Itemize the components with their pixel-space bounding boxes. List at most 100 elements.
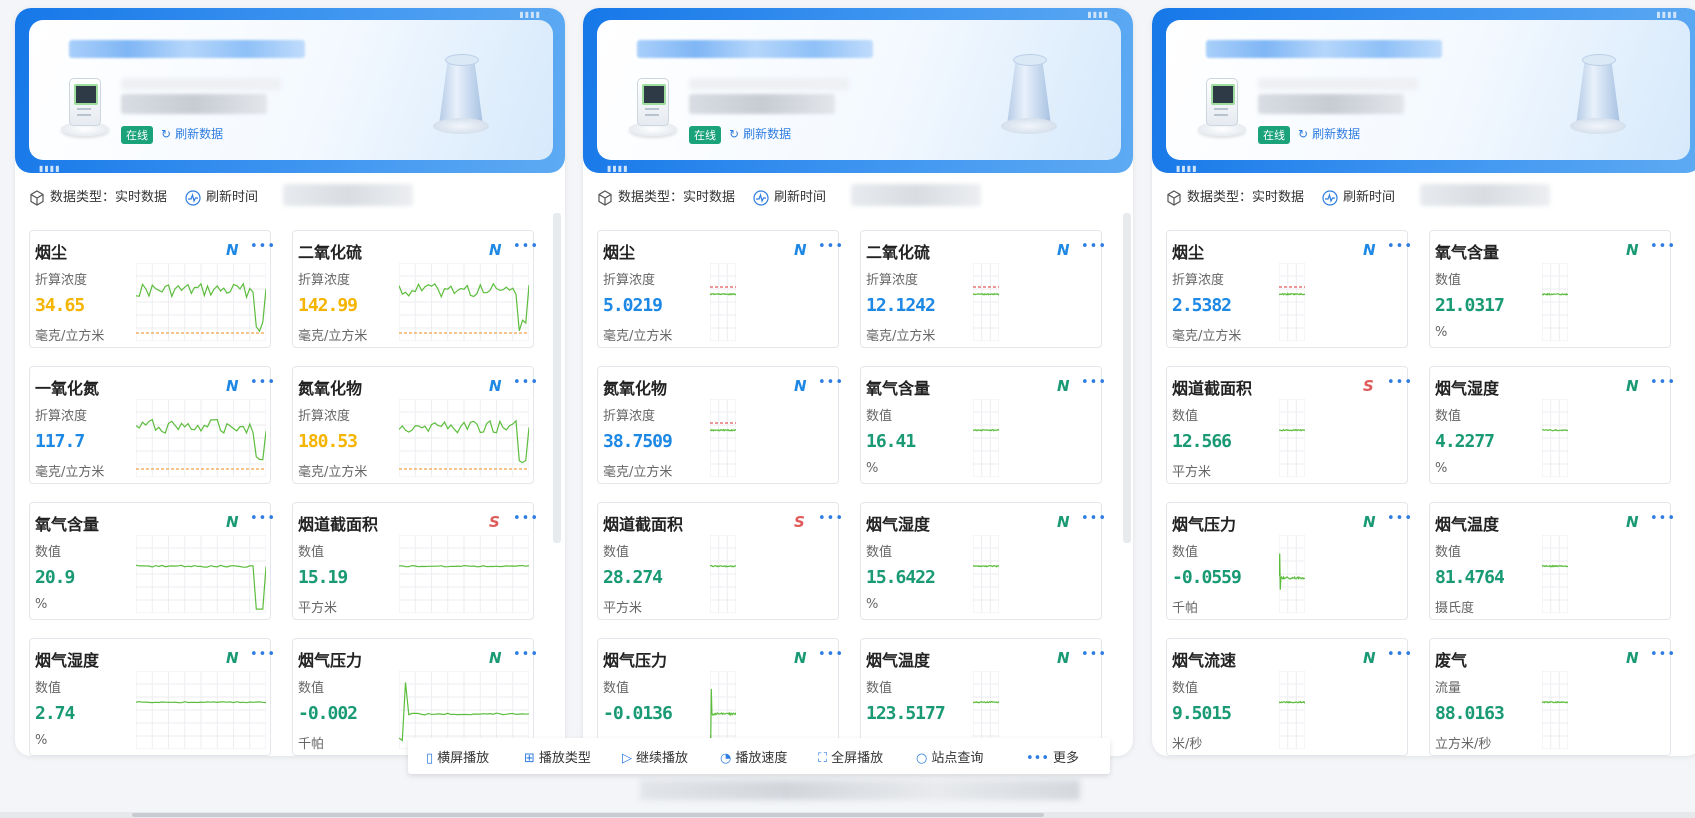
data-type-info: 数据类型：实时数据 xyxy=(1166,186,1304,206)
refresh-data-link[interactable]: ↻ 刷新数据 xyxy=(729,125,791,142)
continue-play-label: 继续播放 xyxy=(636,751,689,766)
metric-type: 数值 xyxy=(298,545,325,560)
card-more-button[interactable]: ••• xyxy=(250,375,276,390)
card-more-button[interactable]: ••• xyxy=(1387,375,1413,390)
play-type-button[interactable]: ⊞ 播放类型 xyxy=(524,747,591,766)
card-more-button[interactable]: ••• xyxy=(1387,239,1413,254)
card-more-button[interactable]: ••• xyxy=(250,511,276,526)
metric-card[interactable]: 烟气流速 N ••• 数值 9.5015 米/秒 xyxy=(1166,638,1412,756)
fullscreen-play-label: 全屏播放 xyxy=(831,751,884,766)
trend-line xyxy=(1542,564,1568,568)
metric-name: 烟道截面积 xyxy=(1172,379,1253,398)
more-button[interactable]: ••• 更多 xyxy=(1026,747,1079,766)
station-query-label: 站点查询 xyxy=(931,751,984,766)
card-more-button[interactable]: ••• xyxy=(1081,647,1107,662)
trend-chart xyxy=(710,263,736,341)
metric-card[interactable]: 氧气含量 N ••• 数值 16.41% xyxy=(860,366,1106,484)
metric-type: 数值 xyxy=(1172,409,1199,424)
landscape-play-button[interactable]: ▯ 横屏播放 xyxy=(426,747,489,766)
device-screen xyxy=(1211,84,1235,105)
banner-decoration-dots: ▮▮▮▮ xyxy=(1656,10,1678,19)
fullscreen-play-button[interactable]: ⛶ 全屏播放 xyxy=(818,747,883,766)
card-more-button[interactable]: ••• xyxy=(1081,511,1107,526)
metric-card[interactable]: 烟气温度 N ••• 数值 81.4764 摄氏度 xyxy=(1429,502,1675,620)
device-buttons xyxy=(77,108,91,116)
metric-card[interactable]: 烟尘 N ••• 折算浓度 34.65 毫克/立方米 xyxy=(29,230,275,348)
search-icon: ○ xyxy=(916,751,928,766)
card-more-button[interactable]: ••• xyxy=(513,647,539,662)
card-more-button[interactable]: ••• xyxy=(1650,375,1676,390)
metric-card[interactable]: 氮氧化物 N ••• 折算浓度 180.53 毫克/立方米 xyxy=(292,366,538,484)
data-type-info: 数据类型：实时数据 xyxy=(597,186,735,206)
card-more-button[interactable]: ••• xyxy=(1650,239,1676,254)
metric-card[interactable]: 烟气湿度 N ••• 数值 15.6422% xyxy=(860,502,1106,620)
metric-card[interactable]: 烟气湿度 N ••• 数值 2.74% xyxy=(29,638,275,756)
trend-line xyxy=(973,700,999,704)
card-more-button[interactable]: ••• xyxy=(818,647,844,662)
metric-card[interactable]: 烟尘 N ••• 折算浓度 5.0219 毫克/立方米 xyxy=(597,230,843,348)
metric-card[interactable]: 一氧化氮 N ••• 折算浓度 117.7 毫克/立方米 xyxy=(29,366,275,484)
panel-scrollbar[interactable] xyxy=(553,213,561,543)
metric-card[interactable]: 废气 N ••• 流量 88.0163 立方米/秒 xyxy=(1429,638,1675,756)
trend-line xyxy=(1279,553,1305,590)
card-more-button[interactable]: ••• xyxy=(513,511,539,526)
card-more-button[interactable]: ••• xyxy=(818,375,844,390)
metric-card[interactable]: 二氧化硫 N ••• 折算浓度 142.99 毫克/立方米 xyxy=(292,230,538,348)
device-buttons xyxy=(645,108,659,116)
horizontal-scrollbar[interactable] xyxy=(0,812,1695,818)
card-more-button[interactable]: ••• xyxy=(1650,647,1676,662)
station-panel: ▮▮▮▮ ▮▮▮▮ 在线 ↻ 刷新数据 数据类型：实时数据 刷新时间 烟尘 N ••• 折算浓度 34… xyxy=(15,8,565,756)
metric-name: 烟尘 xyxy=(1172,243,1205,262)
card-more-button[interactable]: ••• xyxy=(1081,375,1107,390)
card-more-button[interactable]: ••• xyxy=(513,239,539,254)
metric-flag: N xyxy=(226,241,239,259)
metric-card[interactable]: 烟气压力 N ••• 数值 -0.0559 千帕 xyxy=(1166,502,1412,620)
metric-type: 数值 xyxy=(1172,681,1199,696)
panel-scrollbar[interactable] xyxy=(1123,213,1131,543)
metric-value: 15.6422 xyxy=(866,567,936,588)
station-query-button[interactable]: ○ 站点查询 xyxy=(916,747,983,766)
chimney-base xyxy=(1570,118,1626,134)
play-speed-button[interactable]: ◔ 播放速度 xyxy=(720,747,787,766)
metric-type: 折算浓度 xyxy=(35,409,88,424)
metric-name: 烟气湿度 xyxy=(866,515,931,534)
metric-card[interactable]: 氧气含量 N ••• 数值 20.9% xyxy=(29,502,275,620)
pulse-icon xyxy=(1322,189,1338,206)
metric-card[interactable]: 烟道截面积 S ••• 数值 28.274 平方米 xyxy=(597,502,843,620)
metric-unit: % xyxy=(1435,325,1448,340)
card-more-button[interactable]: ••• xyxy=(818,511,844,526)
metric-name: 氮氧化物 xyxy=(603,379,668,398)
metric-card[interactable]: 氮氧化物 N ••• 折算浓度 38.7509 毫克/立方米 xyxy=(597,366,843,484)
refresh-icon: ↻ xyxy=(1298,127,1309,141)
metric-card[interactable]: 烟气湿度 N ••• 数值 4.2277% xyxy=(1429,366,1675,484)
metric-card[interactable]: 氧气含量 N ••• 数值 21.0317% xyxy=(1429,230,1675,348)
card-more-button[interactable]: ••• xyxy=(250,647,276,662)
trend-line xyxy=(710,564,736,568)
status-badge: 在线 xyxy=(689,126,721,144)
card-more-button[interactable]: ••• xyxy=(1081,239,1107,254)
metric-type: 数值 xyxy=(866,409,893,424)
metric-value: 88.0163 xyxy=(1435,703,1505,724)
metric-type: 数值 xyxy=(1172,545,1199,560)
metric-card[interactable]: 烟道截面积 S ••• 数值 15.19 平方米 xyxy=(292,502,538,620)
scrollbar-thumb[interactable] xyxy=(132,813,1044,817)
continue-play-button[interactable]: ▷ 继续播放 xyxy=(622,747,688,766)
card-more-button[interactable]: ••• xyxy=(1387,647,1413,662)
refresh-data-link[interactable]: ↻ 刷新数据 xyxy=(161,125,223,142)
info-bar: 数据类型：实时数据 刷新时间 xyxy=(29,186,276,208)
card-more-button[interactable]: ••• xyxy=(1650,511,1676,526)
card-more-button[interactable]: ••• xyxy=(1387,511,1413,526)
metric-card[interactable]: 烟尘 N ••• 折算浓度 2.5382 毫克/立方米 xyxy=(1166,230,1412,348)
card-more-button[interactable]: ••• xyxy=(818,239,844,254)
refresh-time-blurred xyxy=(1420,184,1550,206)
card-more-button[interactable]: ••• xyxy=(250,239,276,254)
card-more-button[interactable]: ••• xyxy=(513,375,539,390)
trend-chart xyxy=(973,399,999,477)
trend-chart xyxy=(1542,535,1568,613)
metric-card[interactable]: 二氧化硫 N ••• 折算浓度 12.1242 毫克/立方米 xyxy=(860,230,1106,348)
status-badge: 在线 xyxy=(1258,126,1290,144)
metric-card[interactable]: 烟道截面积 S ••• 数值 12.566 平方米 xyxy=(1166,366,1412,484)
refresh-data-link[interactable]: ↻ 刷新数据 xyxy=(1298,125,1360,142)
info-bar: 数据类型：实时数据 刷新时间 xyxy=(597,186,844,208)
metric-name: 烟气温度 xyxy=(866,651,931,670)
